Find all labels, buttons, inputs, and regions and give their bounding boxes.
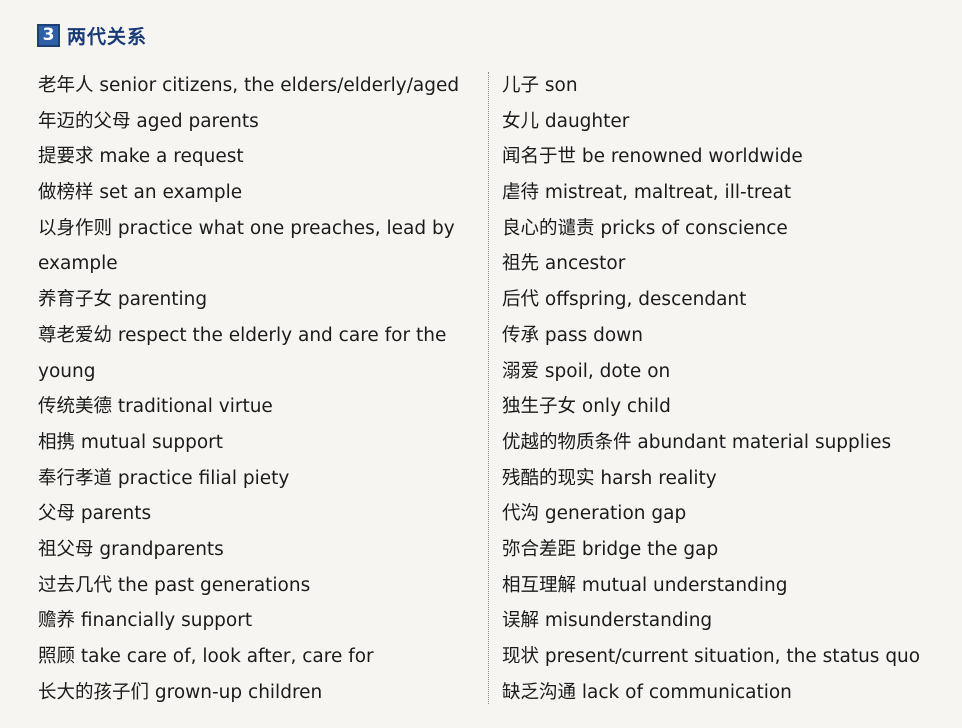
vocab-entry: 残酷的现实 harsh reality [502, 467, 717, 489]
vocab-entry-continuation: example [38, 253, 118, 275]
vocab-entry: 父母 parents [38, 503, 152, 525]
section-number-badge: 3 [37, 24, 60, 47]
vocab-entry: 女儿 daughter [502, 110, 630, 132]
vocab-entry: 老年人 senior citizens, the elders/elderly/… [38, 75, 460, 96]
vocab-entry: 优越的物质条件 abundant material supplies [502, 431, 892, 453]
vocab-entry: 过去几代 the past generations [38, 574, 311, 596]
vocab-entry: 相携 mutual support [38, 431, 223, 453]
vocab-entry: 误解 misunderstanding [502, 610, 713, 632]
vocab-entry-continuation: young [38, 360, 96, 382]
vocabulary-list-left: 老年人 senior citizens, the elders/elderly/… [38, 68, 473, 710]
section-header: 3 两代关系 [37, 22, 147, 49]
vocab-entry: 相互理解 mutual understanding [502, 574, 788, 596]
vocab-entry: 长大的孩子们 grown-up children [38, 681, 323, 703]
vocab-entry: 代沟 generation gap [502, 503, 687, 525]
vocab-entry: 提要求 make a request [38, 146, 244, 168]
vocab-entry: 现状 present/current situation, the status… [502, 646, 921, 667]
vocab-entry: 儿子 son [502, 75, 578, 96]
vocab-entry: 虐待 mistreat, maltreat, ill-treat [502, 182, 792, 204]
vocab-entry: 后代 offspring, descendant [502, 289, 747, 311]
vocab-entry: 年迈的父母 aged parents [38, 110, 259, 132]
vocab-entry: 以身作则 practice what one preaches, lead by [38, 217, 455, 239]
vocab-entry: 祖父母 grandparents [38, 538, 224, 560]
vocab-entry: 传统美德 traditional virtue [38, 396, 273, 418]
vocab-entry: 尊老爱幼 respect the elderly and care for th… [38, 324, 447, 346]
vocab-entry: 赡养 financially support [38, 610, 253, 632]
vocab-entry: 独生子女 only child [502, 396, 671, 418]
vocabulary-list-right: 儿子 son 女儿 daughter 闻名于世 be renowned worl… [502, 68, 942, 710]
vocab-entry: 祖先 ancestor [502, 253, 626, 275]
vocab-entry: 缺乏沟通 lack of communication [502, 681, 792, 703]
vocab-entry: 闻名于世 be renowned worldwide [502, 146, 803, 168]
vocab-entry: 养育子女 parenting [38, 289, 208, 311]
vocab-entry: 奉行孝道 practice filial piety [38, 467, 290, 489]
vocab-entry: 做榜样 set an example [38, 182, 243, 204]
column-divider [488, 72, 489, 704]
vocab-entry: 弥合差距 bridge the gap [502, 538, 719, 560]
section-title: 两代关系 [67, 26, 148, 48]
vocab-entry: 照顾 take care of, look after, care for [38, 646, 374, 667]
vocab-entry: 溺爱 spoil, dote on [502, 360, 671, 382]
vocab-entry: 良心的谴责 pricks of conscience [502, 217, 788, 239]
vocab-entry: 传承 pass down [502, 324, 644, 346]
